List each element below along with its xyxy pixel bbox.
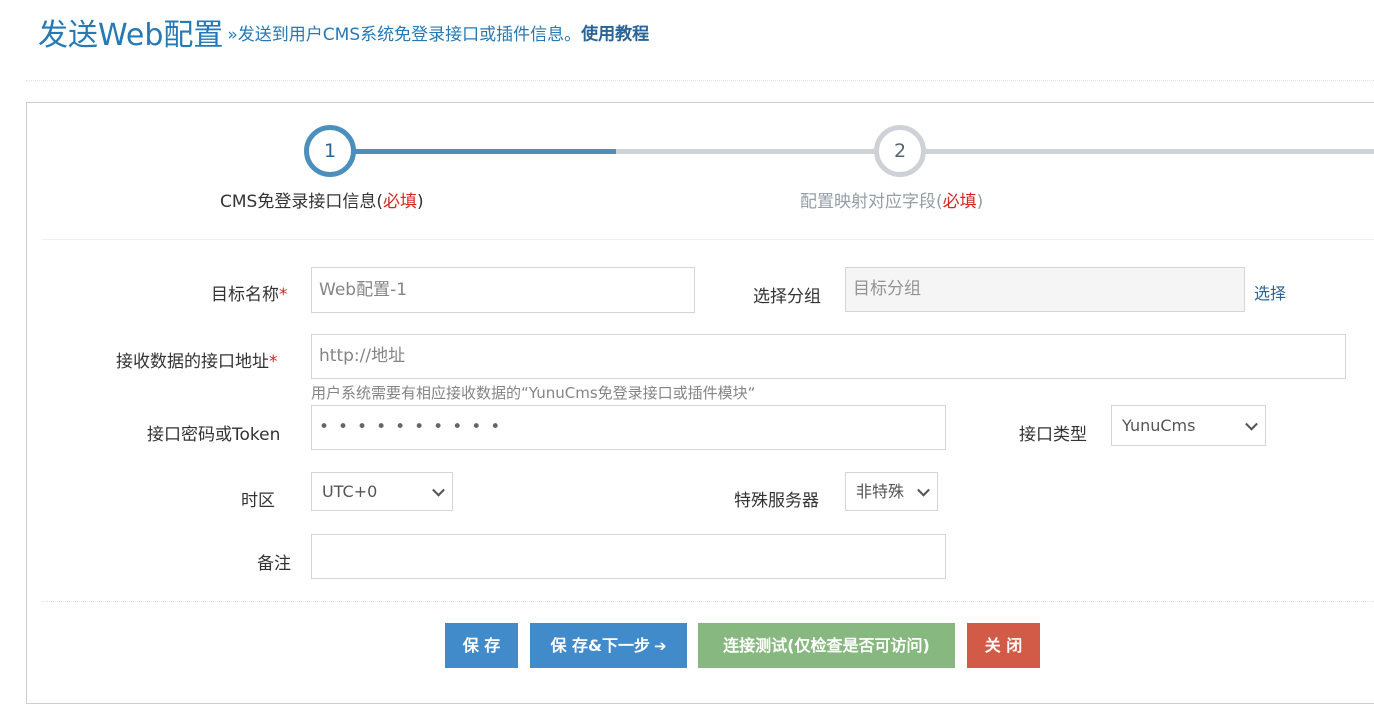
group-label: 选择分组 (753, 287, 821, 307)
step-1-required: 必填 (382, 192, 417, 212)
special-server-value: 非特殊 (856, 482, 905, 501)
api-url-help-text: 用户系统需要有相应接收数据的“YunuCms免登录接口或插件模块“ (311, 384, 756, 402)
arrow-right-icon: ➔ (653, 637, 667, 655)
api-url-label: 接收数据的接口地址* (116, 347, 278, 372)
chevron-down-icon (1245, 417, 1258, 431)
form-divider (42, 601, 1374, 602)
page-subtitle: »发送到用户CMS系统免登录接口或插件信息。 (227, 24, 582, 45)
tutorial-link[interactable]: 使用教程 (581, 25, 649, 45)
required-mark: * (269, 352, 278, 372)
step-2-close: ) (976, 192, 984, 212)
group-input[interactable]: 目标分组 (845, 267, 1245, 312)
timezone-label: 时区 (241, 491, 275, 511)
page-header: 发送Web配置 »发送到用户CMS系统免登录接口或插件信息。使用教程 (38, 10, 649, 54)
chevron-down-icon (432, 483, 445, 497)
steps-divider (42, 239, 1374, 240)
remark-input[interactable] (311, 534, 946, 579)
step-2-circle[interactable]: 2 (874, 125, 926, 177)
step-1-circle[interactable]: 1 (304, 125, 356, 177)
step-1-title: CMS免登录接口信息(必填) (220, 187, 424, 212)
target-name-input[interactable]: Web配置-1 (311, 267, 695, 313)
special-server-label: 特殊服务器 (734, 491, 819, 511)
step-1-title-text: CMS免登录接口信息( (220, 192, 383, 212)
timezone-select[interactable]: UTC+0 (311, 472, 453, 511)
required-mark: * (279, 285, 288, 305)
remark-label: 备注 (257, 554, 291, 574)
header-divider (26, 80, 1374, 81)
chevron-down-icon (917, 483, 930, 497)
api-url-input[interactable]: http://地址 (311, 334, 1346, 379)
timezone-value: UTC+0 (322, 482, 378, 501)
close-button[interactable]: 关 闭 (967, 623, 1040, 668)
token-label: 接口密码或Token (147, 425, 281, 445)
connection-test-button[interactable]: 连接测试(仅检查是否可访问) (698, 623, 955, 668)
step-progress-line-done (330, 149, 616, 154)
token-input[interactable]: •••••••••• (311, 405, 946, 450)
step-2-required: 必填 (942, 192, 977, 212)
api-type-value: YunuCms (1122, 416, 1196, 435)
save-next-button[interactable]: 保 存&下一步 ➔ (530, 623, 687, 668)
step-progress-line-todo (616, 149, 1374, 154)
api-type-select[interactable]: YunuCms (1111, 405, 1266, 446)
target-name-label-text: 目标名称 (211, 285, 279, 305)
page-title: 发送Web配置 (38, 18, 224, 53)
save-button[interactable]: 保 存 (445, 623, 518, 668)
api-url-label-text: 接收数据的接口地址 (116, 352, 269, 372)
api-type-label: 接口类型 (1019, 425, 1087, 445)
step-2-title: 配置映射对应字段(必填) (800, 187, 983, 212)
step-2-title-text: 配置映射对应字段( (800, 192, 943, 212)
save-next-label: 保 存&下一步 (550, 636, 650, 655)
special-server-select[interactable]: 非特殊 (845, 472, 938, 511)
token-masked-value: •••••••••• (319, 417, 510, 437)
choose-group-link[interactable]: 选择 (1254, 280, 1286, 304)
step-1-close: ) (416, 192, 424, 212)
target-name-label: 目标名称* (211, 280, 288, 305)
